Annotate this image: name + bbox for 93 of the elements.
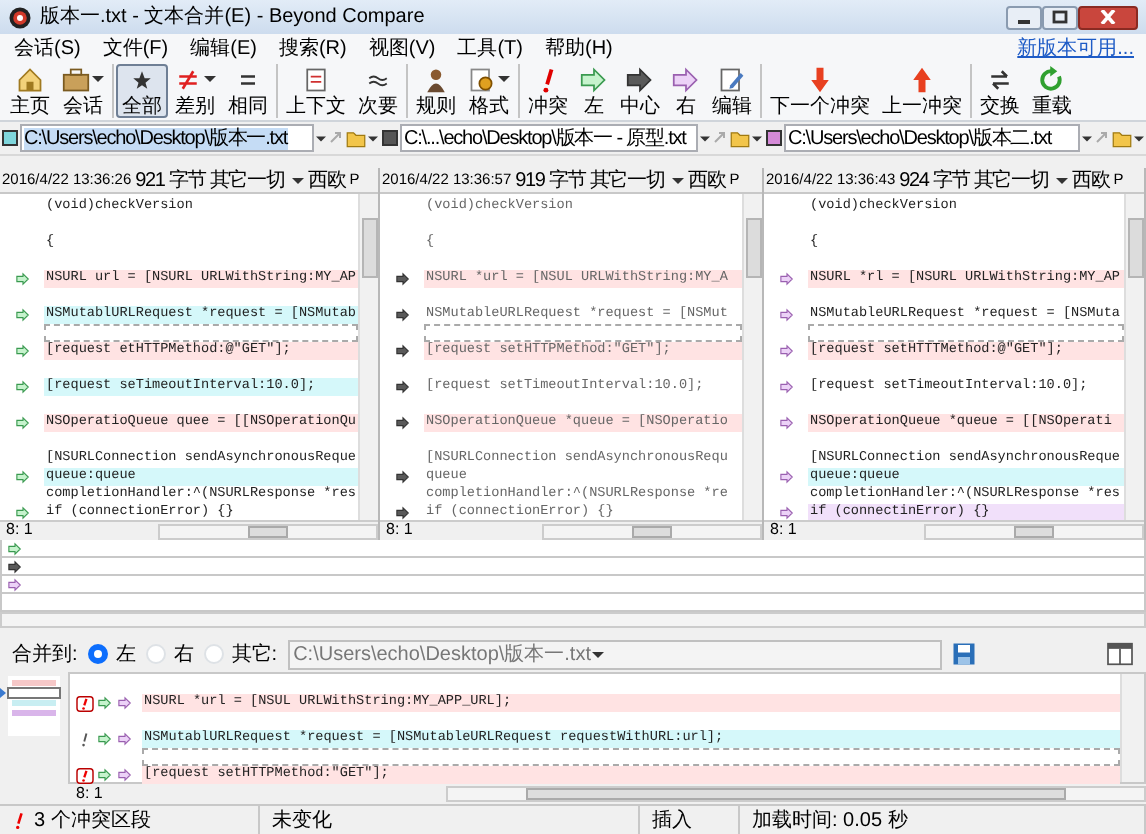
update-link[interactable]: 新版本可用... [1017,37,1134,59]
maximize-button[interactable] [1042,5,1078,29]
caret-icon [591,651,603,657]
briefcase-icon [62,65,90,93]
toolbar-button[interactable]: 交换 [974,64,1026,118]
file-size: 921 字节 [135,169,206,191]
arrow-right-icon [580,65,608,93]
conflict-icon [76,695,94,711]
toolbar-button[interactable]: 次要 [352,64,404,118]
toolbar-button[interactable]: 右 [666,64,706,118]
option-label: 右 [173,643,194,665]
close-button[interactable] [1078,5,1138,29]
horizontal-scrollbar[interactable] [542,523,762,539]
minimize-button[interactable] [1006,5,1042,29]
status-text: 加载时间: 0.05 秒 [752,809,908,831]
encoding-label[interactable]: 西欧 [1072,169,1110,191]
status-text: 插入 [652,809,692,831]
toolbar-button[interactable]: 下一个冲突 [764,64,876,118]
house-icon [16,65,44,93]
save-icon[interactable] [952,642,976,666]
path-field[interactable]: C:\...\echo\Desktop\版本一 - 原型.txt [400,124,698,152]
toolbar-button[interactable]: 上一冲突 [876,64,968,118]
reload-icon [1038,65,1066,93]
toolbar-button[interactable]: 左 [574,64,614,118]
horizontal-scrollbar[interactable] [0,612,1146,628]
menu-item[interactable]: 会话(S) [12,37,83,59]
arrow-up-icon [908,65,936,93]
arrow-down-icon [806,65,834,93]
toolbar-button[interactable]: 上下文 [280,64,352,118]
menu-item[interactable]: 视图(V) [366,37,438,59]
toolbar-button[interactable]: 中心 [614,64,666,118]
cursor-position: 8: 1 [6,522,33,540]
menu-item[interactable]: 文件(F) [100,37,171,59]
vertical-scrollbar[interactable] [358,194,378,520]
caret-icon[interactable] [752,135,762,141]
horizontal-scrollbar[interactable] [158,523,378,539]
vertical-scrollbar[interactable] [1120,674,1144,782]
arrow-right-icon [626,65,654,93]
caret-icon [1056,177,1069,183]
filter-dropdown[interactable]: 其它一切 [209,169,305,191]
caret-icon[interactable] [1134,135,1144,141]
toolbar-button[interactable]: 规则 [410,64,462,118]
menu-item[interactable]: 工具(T) [455,37,525,59]
filter-dropdown[interactable]: 其它一切 [973,169,1069,191]
horizontal-scrollbar[interactable] [924,523,1144,539]
close-icon [1100,10,1116,24]
output-path-field[interactable]: C:\Users\echo\Desktop\版本一.txt [287,639,942,669]
caret-icon[interactable] [1082,135,1092,141]
encoding-label[interactable]: 西欧 [308,169,346,191]
caret-icon[interactable] [316,135,326,141]
path-field[interactable]: C:\Users\echo\Desktop\版本二.txt [784,124,1080,152]
toolbar-button[interactable]: 相同 [222,64,274,118]
exclamation-icon [12,811,26,829]
toolbar-button[interactable]: 重载 [1026,64,1078,118]
swap-arrows-icon [986,65,1014,93]
vertical-scrollbar[interactable] [1124,194,1144,520]
caret-icon [672,177,685,183]
option-label: 其它: [231,643,278,665]
file-size: 919 字节 [515,169,586,191]
toolbar-button[interactable]: 全部 [116,64,168,118]
vertical-scrollbar[interactable] [742,194,762,520]
menu-item[interactable]: 帮助(H) [542,37,615,59]
app-logo-icon [8,5,32,29]
caret-icon [292,177,305,183]
window-title: 版本一.txt - 文本合并(E) - Beyond Compare [40,6,425,28]
toolbar-button[interactable]: 会话 [56,64,110,118]
menu-item[interactable]: 编辑(E) [188,37,259,59]
cursor-position: 8: 1 [770,522,797,540]
not-equal-icon [174,65,202,93]
toolbar-button[interactable]: 格式 [462,64,516,118]
toolbar-button[interactable]: 编辑 [706,64,758,118]
maximize-icon [1052,10,1068,24]
cursor-position: 8: 1 [76,785,103,803]
horizontal-scrollbar[interactable] [446,786,1146,802]
filter-dropdown[interactable]: 其它一切 [589,169,685,191]
toolbar-button[interactable]: 主页 [4,64,56,118]
arrow-right-icon [672,65,700,93]
caret-icon[interactable] [368,135,378,141]
status-text: 未变化 [272,809,332,831]
merge-target-label: 合并到: [12,643,78,665]
menu-item[interactable]: 搜索(R) [276,37,349,59]
layout-icon[interactable] [1106,642,1134,666]
radio-button[interactable] [87,644,108,664]
encoding-label[interactable]: 西欧 [688,169,726,191]
path-field[interactable]: C:\Users\echo\Desktop\版本一.txt [20,124,314,152]
person-icon [422,65,450,93]
toolbar-button[interactable]: 冲突 [522,64,574,118]
cursor-position: 8: 1 [386,522,413,540]
file-size: 924 字节 [899,169,970,191]
caret-icon[interactable] [700,135,710,141]
status-text: 3 个冲突区段 [34,809,151,831]
toolbar-button[interactable]: 差别 [168,64,222,118]
option-label: 左 [115,643,136,665]
